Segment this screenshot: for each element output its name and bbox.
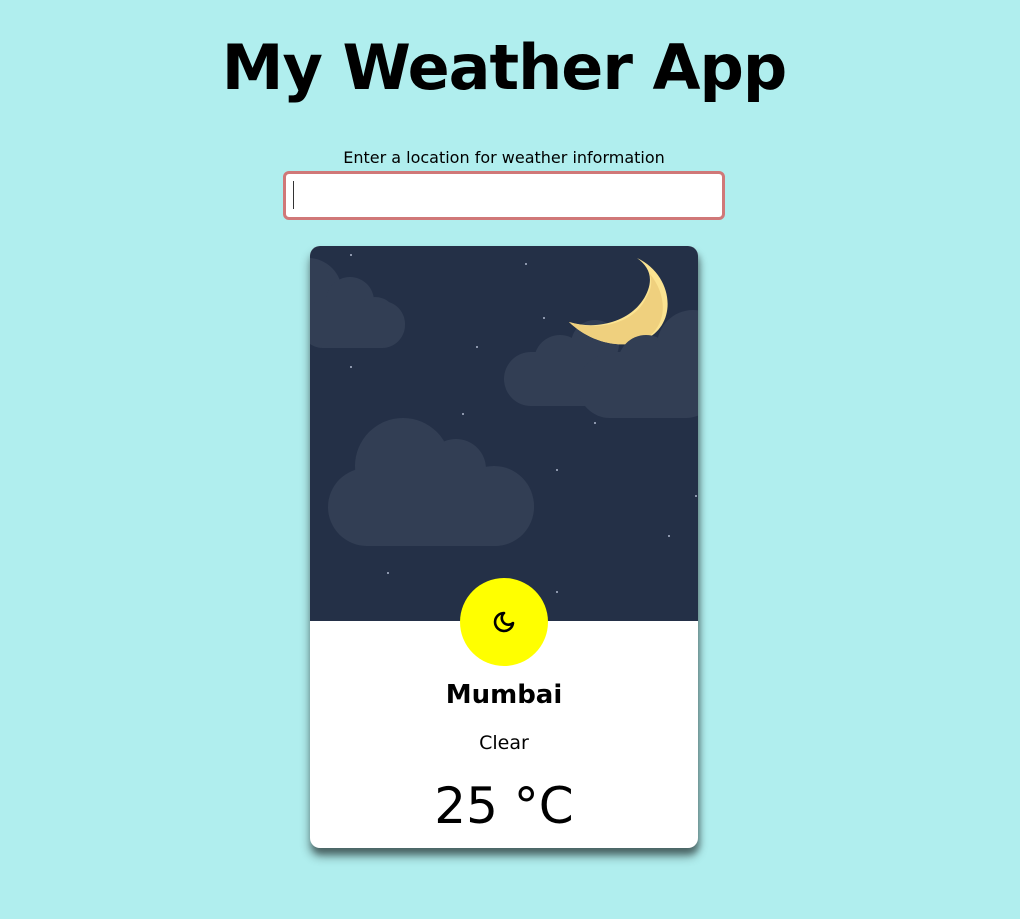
weather-icon-badge xyxy=(460,578,548,666)
night-sky-illustration xyxy=(310,246,698,621)
moon-icon xyxy=(493,611,515,633)
weather-card: Mumbai Clear 25 °C xyxy=(310,246,698,848)
app-title: My Weather App xyxy=(221,31,788,104)
location-search-input[interactable] xyxy=(283,171,725,220)
weather-condition: Clear xyxy=(479,732,529,754)
temperature: 25 °C xyxy=(434,777,574,835)
city-name: Mumbai xyxy=(445,680,563,710)
text-caret xyxy=(293,181,294,209)
search-label: Enter a location for weather information xyxy=(343,148,665,167)
